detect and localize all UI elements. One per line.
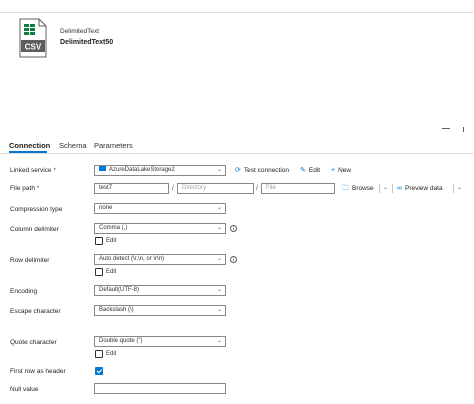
tab-bar: Connection Schema Parameters xyxy=(0,138,474,154)
path-separator: / xyxy=(256,185,258,192)
plug-icon: ⟳ xyxy=(235,167,241,174)
linked-service-label: Linked service * xyxy=(10,167,56,174)
glasses-icon: ∞ xyxy=(397,185,402,192)
column-delimiter-dropdown[interactable]: Comma (,) ⌄ xyxy=(94,223,226,234)
row-delimiter-label: Row delimiter xyxy=(10,257,50,264)
active-tab-indicator xyxy=(9,151,47,153)
compression-type-label: Compression type xyxy=(10,206,63,213)
first-row-header-checkbox[interactable] xyxy=(95,367,103,375)
null-value-input[interactable] xyxy=(94,383,226,394)
chevron-down-icon: ⌄ xyxy=(216,167,222,173)
file-input[interactable]: File xyxy=(261,183,335,194)
tab-connection[interactable]: Connection xyxy=(9,141,50,150)
panel-divider-icon xyxy=(463,127,464,132)
null-value-label: Null value xyxy=(10,386,39,393)
chevron-down-icon: ⌄ xyxy=(216,225,222,231)
csv-icon-label: CSV xyxy=(25,43,42,52)
first-row-header-label: First row as header xyxy=(10,368,66,375)
column-delimiter-edit-checkbox[interactable] xyxy=(95,237,103,245)
quote-character-dropdown[interactable]: Double quote (") ⌄ xyxy=(94,336,226,347)
linked-service-dropdown[interactable]: AzureDataLakeStorage2 ⌄ xyxy=(94,165,226,176)
file-path-label: File path * xyxy=(10,185,40,192)
tab-parameters[interactable]: Parameters xyxy=(94,141,133,150)
chevron-down-icon: ⌄ xyxy=(216,287,222,293)
minimize-icon[interactable] xyxy=(442,128,450,129)
edit-checkbox-label: Edit xyxy=(106,269,117,275)
csv-file-icon: CSV xyxy=(19,18,47,58)
row-delimiter-edit-checkbox[interactable] xyxy=(95,268,103,276)
tab-schema[interactable]: Schema xyxy=(59,141,87,150)
edit-linked-service-button[interactable]: ✎ Edit xyxy=(300,165,320,176)
divider xyxy=(392,184,393,193)
folder-icon: 🗀 xyxy=(342,185,349,192)
preview-chevron-icon[interactable]: ⌄ xyxy=(457,183,462,194)
new-linked-service-button[interactable]: + New xyxy=(331,165,351,176)
edit-checkbox-label: Edit xyxy=(106,351,117,357)
column-delimiter-label: Column delimiter xyxy=(10,226,59,233)
chevron-down-icon: ⌄ xyxy=(216,256,222,262)
preview-data-button[interactable]: ∞ Preview data xyxy=(397,183,443,194)
encoding-dropdown[interactable]: Default(UTF-8) ⌄ xyxy=(94,285,226,296)
browse-button[interactable]: 🗀 Browse xyxy=(342,183,374,194)
chevron-down-icon: ⌄ xyxy=(216,338,222,344)
directory-input[interactable]: Directory xyxy=(177,183,254,194)
edit-checkbox-label: Edit xyxy=(106,238,117,244)
escape-character-dropdown[interactable]: Backslash (\) ⌄ xyxy=(94,305,226,316)
info-icon[interactable]: i xyxy=(230,256,237,263)
plus-icon: + xyxy=(331,167,336,174)
escape-character-label: Escape character xyxy=(10,308,61,315)
quote-character-edit-checkbox[interactable] xyxy=(95,350,103,358)
divider xyxy=(379,184,380,193)
chevron-down-icon: ⌄ xyxy=(216,205,222,211)
dataset-header: CSV DelimitedText DelimitedText50 xyxy=(18,18,218,64)
row-delimiter-dropdown[interactable]: Auto detect (\r,\n, or \r\n) ⌄ xyxy=(94,254,226,265)
chevron-down-icon: ⌄ xyxy=(216,307,222,313)
path-separator: / xyxy=(172,185,174,192)
container-input[interactable]: test7 xyxy=(94,183,169,194)
compression-type-dropdown[interactable]: none ⌄ xyxy=(94,203,226,214)
storage-icon xyxy=(99,166,106,171)
pencil-icon: ✎ xyxy=(300,167,306,174)
divider xyxy=(453,184,454,193)
dataset-type-label: DelimitedText xyxy=(60,28,100,35)
info-icon[interactable]: i xyxy=(230,225,237,232)
quote-character-label: Quote character xyxy=(10,339,57,346)
encoding-label: Encoding xyxy=(10,288,38,295)
browse-chevron-icon[interactable]: ⌄ xyxy=(383,183,388,194)
top-bar xyxy=(0,0,474,13)
dataset-name: DelimitedText50 xyxy=(60,39,114,46)
test-connection-button[interactable]: ⟳ Test connection xyxy=(235,165,289,176)
